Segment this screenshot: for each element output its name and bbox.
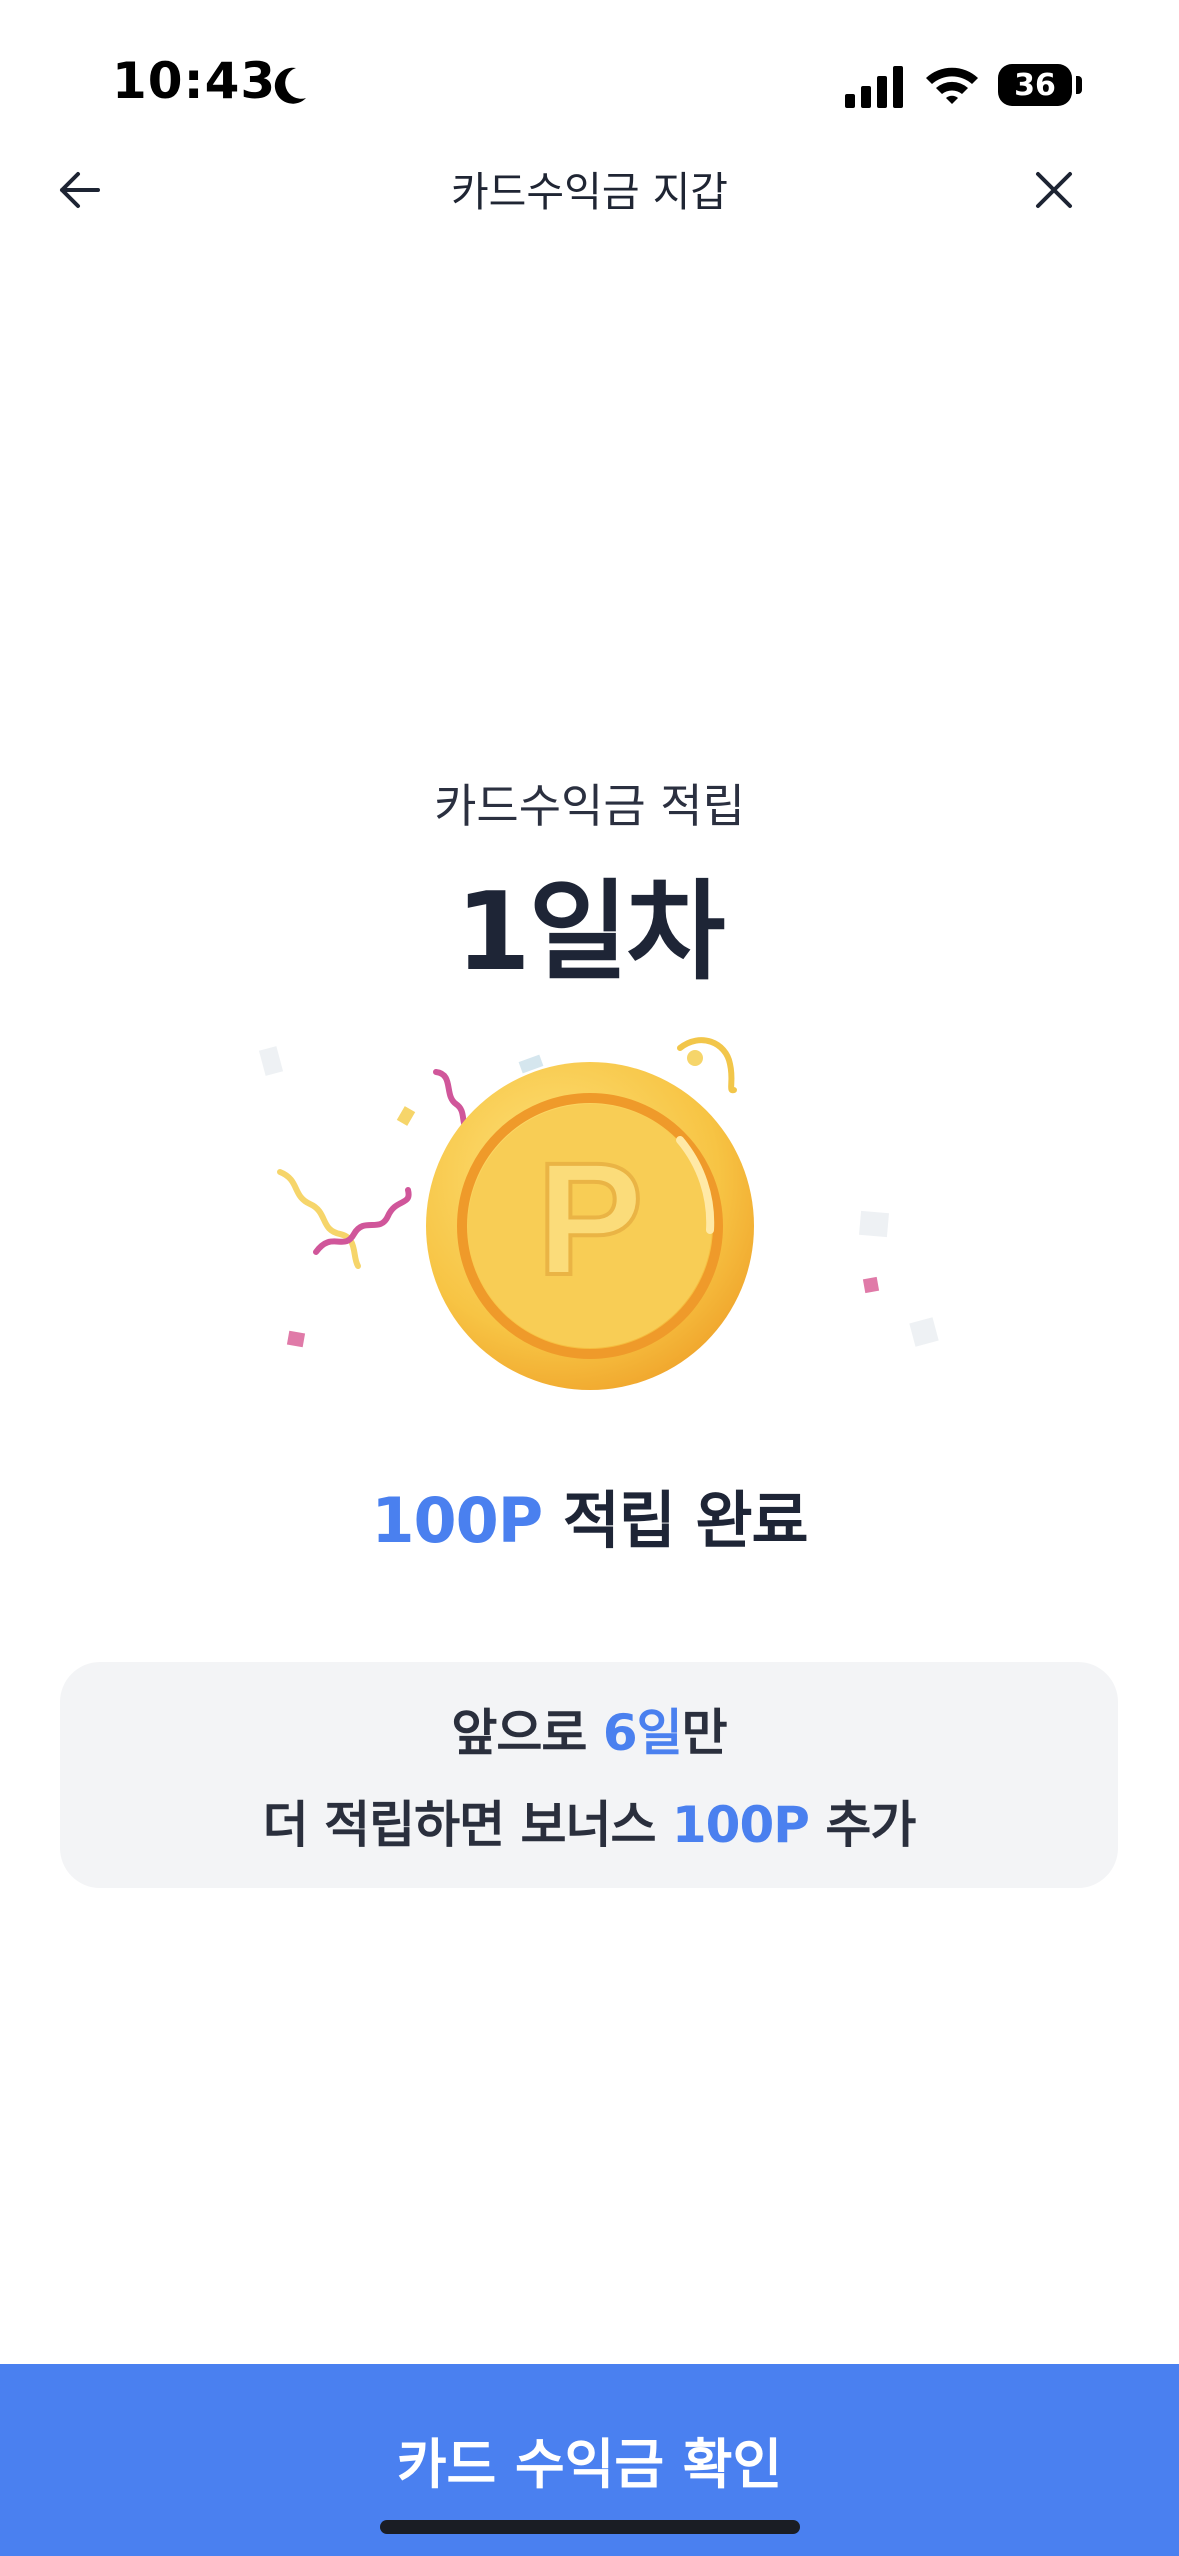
confetti-piece — [396, 1106, 416, 1126]
result-text: 적립 완료 — [542, 1484, 809, 1557]
confetti-piece — [909, 1317, 939, 1347]
coin-letter: P — [537, 1129, 644, 1308]
confetti-piece — [687, 1050, 703, 1066]
home-indicator — [380, 2520, 800, 2534]
close-icon — [1036, 172, 1072, 208]
bonus-line-2: 더 적립하면 보너스 100P 추가 — [262, 1785, 917, 1857]
confetti-piece — [862, 1276, 880, 1294]
status-time: 10:43 — [112, 52, 277, 110]
signal-icon — [845, 66, 903, 108]
confetti-ribbon — [677, 1037, 737, 1094]
bonus-line1-suffix: 만 — [681, 1704, 728, 1762]
nav-header: 카드수익금 지갑 — [0, 140, 1179, 240]
bonus-line1-prefix: 앞으로 — [451, 1704, 603, 1762]
bonus-points: 100P — [671, 1796, 810, 1854]
close-button[interactable] — [1024, 160, 1084, 220]
reward-result: 100P 적립 완료 — [0, 1470, 1179, 1560]
battery-icon: 36 — [998, 64, 1072, 106]
battery-level: 36 — [1014, 67, 1056, 103]
confetti-ribbon — [313, 1187, 412, 1255]
moon-icon — [274, 67, 306, 104]
confetti-piece — [859, 1210, 889, 1238]
page-title: 카드수익금 지갑 — [450, 168, 729, 216]
wifi-icon — [926, 67, 978, 104]
day-count-title: 1일차 — [455, 870, 726, 995]
confetti-piece — [258, 1046, 284, 1076]
bonus-line-1: 앞으로 6일만 — [451, 1693, 728, 1765]
bonus-info-card: 앞으로 6일만 더 적립하면 보너스 100P 추가 — [60, 1662, 1118, 1888]
app-screen: 10:43 36 카드수익금 지갑 카드수익금 적립 1일차 P 100P 적립… — [0, 0, 1179, 2556]
result-points: 100P — [371, 1484, 543, 1557]
reward-subtitle: 카드수익금 적립 — [434, 779, 745, 833]
confetti-piece — [286, 1330, 306, 1348]
bonus-remaining-days: 6일 — [602, 1704, 683, 1762]
battery-tip — [1076, 76, 1082, 94]
bonus-line2-prefix: 더 적립하면 보너스 — [262, 1796, 672, 1854]
status-bar: 10:43 36 — [0, 0, 1179, 150]
coin-celebration-illustration: P — [258, 1037, 939, 1390]
bonus-line2-suffix: 추가 — [808, 1796, 916, 1854]
